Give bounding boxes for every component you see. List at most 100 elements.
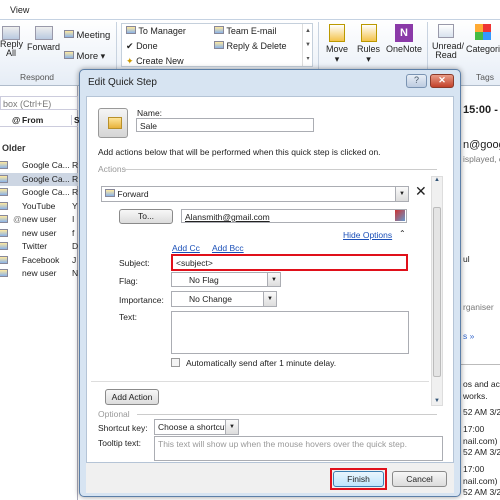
- add-cc-link[interactable]: Add Cc: [172, 243, 200, 253]
- tooltip-text-input[interactable]: This text will show up when the mouse ho…: [154, 436, 443, 461]
- chevron-down-icon: ▼: [267, 273, 280, 286]
- envelope-icon: [0, 215, 8, 223]
- reading-pane-text: rganiser: [463, 302, 494, 312]
- list-item[interactable]: new user N: [0, 267, 78, 280]
- list-item-subject: R: [72, 187, 79, 197]
- search-input[interactable]: box (Ctrl+E): [0, 96, 78, 110]
- column-from[interactable]: From: [22, 115, 43, 125]
- checkmark-icon: ✔: [126, 41, 134, 51]
- reading-pane-text: 52 AM 3/2: [463, 447, 500, 457]
- reading-pane-text: isplayed, c: [463, 154, 500, 164]
- remove-action-icon[interactable]: ✕: [415, 183, 427, 200]
- team-email-icon: [214, 26, 224, 34]
- edit-quick-step-dialog: Edit Quick Step ? ✕ Name: Sale Add actio…: [79, 69, 461, 497]
- unread-read-button[interactable]: Unread/ Read: [432, 24, 464, 60]
- list-item[interactable]: Google Ca... R: [0, 159, 78, 172]
- list-item[interactable]: Google Ca... R: [0, 172, 79, 186]
- more-icon: [64, 51, 74, 59]
- address-book-icon[interactable]: [395, 210, 405, 221]
- mail-list: box (Ctrl+E) @ From S Older Google Ca...…: [0, 86, 80, 500]
- tab-view[interactable]: View: [10, 5, 29, 15]
- list-item[interactable]: Facebook J: [0, 254, 78, 267]
- group-older: Older: [2, 143, 26, 153]
- rules-button[interactable]: Rules ▾: [357, 24, 380, 65]
- to-manager-icon: [126, 26, 136, 34]
- auto-send-checkbox[interactable]: [171, 358, 180, 367]
- dialog-footer: Finish Cancel: [86, 463, 454, 493]
- meeting-button[interactable]: Meeting: [64, 30, 110, 41]
- list-item[interactable]: YouTube Y: [0, 200, 78, 213]
- list-item[interactable]: Twitter D: [0, 240, 78, 253]
- quick-step-create-new[interactable]: ✦ Create New: [126, 56, 184, 67]
- scroll-down-icon: ▼: [434, 398, 440, 404]
- onenote-button[interactable]: N OneNote: [386, 24, 422, 54]
- subject-label: Subject:: [119, 258, 150, 268]
- rules-icon: [360, 24, 377, 42]
- name-label: Name:: [137, 108, 163, 118]
- onenote-icon: N: [395, 24, 414, 42]
- importance-label: Importance:: [119, 295, 164, 305]
- quick-step-reply-delete[interactable]: Reply & Delete: [214, 41, 287, 51]
- list-item[interactable]: Google Ca... R: [0, 186, 78, 199]
- shortcut-key-label: Shortcut key:: [98, 423, 148, 433]
- shortcut-key-select[interactable]: Choose a shortcut ▼: [154, 419, 239, 435]
- action-select[interactable]: Forward ▼: [101, 186, 409, 202]
- reading-pane-text: nail.com): [463, 436, 498, 446]
- collapse-icon[interactable]: ⌃: [399, 229, 406, 238]
- gallery-scroll[interactable]: ▲ ▼ ▾: [302, 24, 313, 66]
- list-item[interactable]: @ new user I: [0, 213, 78, 226]
- reading-pane-text: 17:00: [463, 464, 485, 474]
- subject-input[interactable]: <subject>: [171, 254, 408, 271]
- forward-button[interactable]: Forward: [27, 26, 60, 52]
- text-input[interactable]: [171, 311, 409, 354]
- optional-label: Optional: [98, 409, 130, 419]
- chevron-down-icon: ▼: [263, 292, 276, 306]
- reply-all-button[interactable]: Reply All: [0, 26, 23, 58]
- reading-pane-text: 17:00: [463, 424, 485, 434]
- list-item-subject: Y: [72, 200, 78, 211]
- hide-options-link[interactable]: Hide Options: [343, 230, 392, 240]
- flag-select[interactable]: No Flag ▼: [171, 272, 281, 287]
- auto-send-label: Automatically send after 1 minute delay.: [186, 358, 337, 368]
- cancel-button[interactable]: Cancel: [392, 471, 447, 487]
- to-button[interactable]: To...: [119, 209, 173, 224]
- list-item[interactable]: new user f: [0, 227, 78, 240]
- actions-scrollbar[interactable]: ▲ ▼: [431, 176, 443, 406]
- quick-step-done[interactable]: ✔ Done: [126, 41, 158, 52]
- importance-select[interactable]: No Change ▼: [171, 291, 277, 307]
- quick-step-team-email[interactable]: Team E-mail: [214, 26, 276, 36]
- actions-label: Actions: [98, 164, 126, 174]
- quick-step-icon[interactable]: [98, 108, 128, 138]
- reading-pane-text: ul: [463, 254, 470, 264]
- add-bcc-link[interactable]: Add Bcc: [212, 243, 244, 253]
- ribbon-tabs: View: [0, 0, 500, 20]
- list-item-subject: R: [72, 173, 79, 184]
- help-button[interactable]: ?: [406, 74, 427, 88]
- categorize-button[interactable]: Categori: [466, 24, 500, 54]
- instructions: Add actions below that will be performed…: [98, 147, 381, 157]
- finish-button[interactable]: Finish: [333, 471, 384, 487]
- list-item-from: Google Ca...: [22, 187, 70, 197]
- scroll-thumb[interactable]: [433, 207, 441, 377]
- reading-pane-text: 52 AM 3/2: [463, 407, 500, 417]
- move-button[interactable]: Move ▾: [326, 24, 348, 65]
- tooltip-text-label: Tooltip text:: [98, 438, 141, 448]
- column-headers: @ From S: [0, 113, 80, 127]
- reading-pane-text: n@goog: [463, 139, 500, 151]
- list-item-subject: R: [72, 160, 79, 170]
- more-button[interactable]: More ▾: [64, 51, 105, 62]
- list-item-subject: D: [72, 241, 79, 251]
- chevron-down-icon: ▼: [225, 420, 238, 434]
- envelope-icon: [0, 269, 8, 277]
- to-input[interactable]: Alansmith@gmail.com: [181, 209, 407, 223]
- list-item-from: new user: [22, 268, 57, 278]
- list-item-subject: f: [72, 227, 75, 238]
- add-action-button[interactable]: Add Action: [105, 389, 159, 405]
- move-icon: [329, 24, 345, 42]
- text-label: Text:: [119, 312, 137, 322]
- list-item-from: Google Ca...: [22, 173, 70, 184]
- envelope-icon: [0, 201, 8, 210]
- name-input[interactable]: Sale: [136, 118, 314, 132]
- close-button[interactable]: ✕: [430, 74, 454, 88]
- quick-step-to-manager[interactable]: To Manager: [126, 26, 186, 36]
